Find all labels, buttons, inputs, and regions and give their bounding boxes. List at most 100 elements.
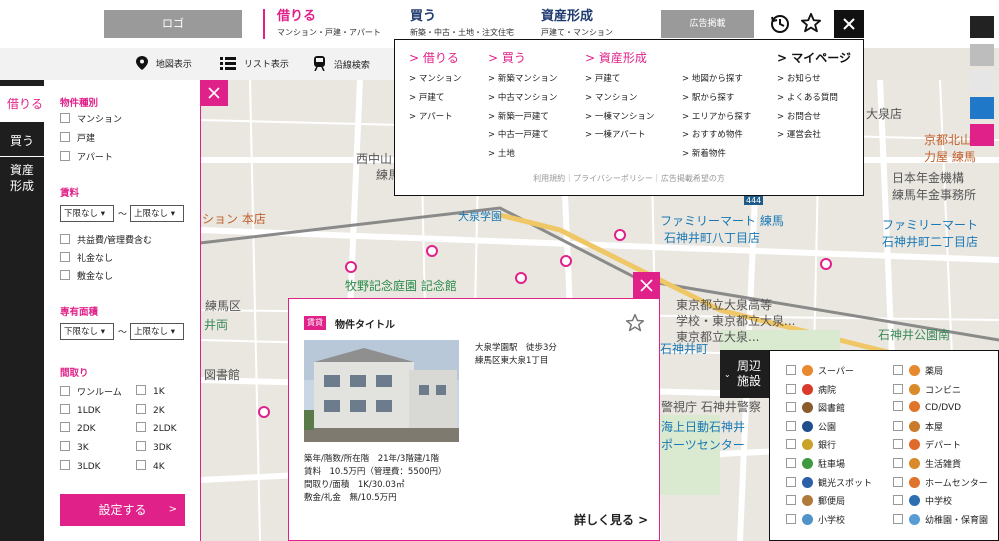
menu-item[interactable]: > エリアから探す — [682, 108, 751, 127]
facility-checkbox[interactable]: 生活雑貨 — [893, 457, 961, 470]
checkbox-layout[interactable]: 1K — [136, 385, 165, 397]
menu-item[interactable]: > 中古一戸建て — [488, 126, 557, 145]
checkbox-rent-option[interactable]: 敷金なし — [60, 269, 113, 282]
tab-rent[interactable]: 借りる — [0, 86, 50, 122]
facility-checkbox[interactable]: 本屋 — [893, 420, 943, 433]
menu-item[interactable]: > 戸建て — [585, 70, 654, 89]
line-search-button[interactable]: 沿線検索 — [313, 56, 370, 72]
menu-item[interactable]: > お問合せ — [777, 108, 851, 127]
nav-asset[interactable]: 資産形成 戸建て・マンション — [541, 9, 613, 39]
facility-checkbox[interactable]: 銀行 — [786, 438, 836, 451]
facility-icon — [802, 365, 813, 376]
map-pin[interactable] — [614, 229, 626, 241]
menu-item[interactable]: > 戸建て — [409, 89, 461, 108]
menu-heading-asset[interactable]: > 資産形成 — [585, 51, 654, 65]
checkbox-type[interactable]: アパート — [60, 150, 113, 163]
menu-item[interactable]: > 運営会社 — [777, 126, 851, 145]
ad-button[interactable]: 広告掲載 — [661, 10, 754, 38]
checkbox-layout[interactable]: 2K — [136, 404, 165, 416]
menu-item[interactable]: > 土地 — [488, 145, 557, 164]
menu-heading-mypage[interactable]: > マイページ — [777, 51, 851, 65]
checkbox-layout[interactable]: 3DK — [136, 441, 172, 453]
map-pin[interactable] — [258, 406, 270, 418]
menu-item[interactable]: > 新着物件 — [682, 145, 751, 164]
rent-min-select[interactable]: 下限なし ▾ — [60, 205, 114, 222]
facility-checkbox[interactable]: 幼稚園・保育園 — [893, 513, 988, 526]
checkbox-type[interactable]: 戸建 — [60, 131, 95, 144]
facility-checkbox[interactable]: 病院 — [786, 383, 836, 396]
menu-item[interactable]: > おすすめ物件 — [682, 126, 751, 145]
color-swatch-gray[interactable] — [970, 44, 994, 66]
history-icon[interactable] — [769, 13, 791, 39]
menu-item[interactable]: > お知らせ — [777, 70, 851, 89]
close-icon[interactable] — [834, 10, 864, 38]
checkbox-rent-option[interactable]: 礼金なし — [60, 251, 113, 264]
area-max-select[interactable]: 上限なし ▾ — [130, 323, 184, 340]
menu-item[interactable]: > 新築マンション — [488, 70, 557, 89]
menu-item[interactable]: > 一棟アパート — [585, 126, 654, 145]
facility-checkbox[interactable]: 図書館 — [786, 401, 845, 414]
details-link[interactable]: 詳しく見る > — [574, 511, 648, 528]
facility-checkbox[interactable]: 薬局 — [893, 364, 943, 377]
menu-item[interactable]: > 地図から探す — [682, 70, 751, 89]
menu-item[interactable]: > アパート — [409, 108, 461, 127]
menu-item[interactable]: > マンション — [409, 70, 461, 89]
facility-icon — [909, 458, 920, 469]
close-icon[interactable] — [633, 272, 660, 298]
menu-item[interactable]: > 新築一戸建て — [488, 108, 557, 127]
color-swatch-blue[interactable] — [970, 97, 994, 119]
property-photo[interactable] — [304, 340, 459, 442]
facilities-tab[interactable]: 周辺 施設 ⌄ — [720, 350, 769, 398]
checkbox-rent-option[interactable]: 共益費/管理費含む — [60, 233, 152, 246]
checkbox-layout[interactable]: ワンルーム — [60, 385, 122, 398]
menu-item[interactable]: > 中古マンション — [488, 89, 557, 108]
facility-checkbox[interactable]: CD/DVD — [893, 401, 961, 413]
color-swatch-black[interactable] — [970, 16, 994, 38]
star-icon[interactable] — [800, 12, 822, 38]
facility-checkbox[interactable]: 観光スポット — [786, 476, 872, 489]
map-pin[interactable] — [560, 255, 572, 267]
area-min-select[interactable]: 下限なし ▾ — [60, 323, 114, 340]
tab-asset[interactable]: 資産 形成 — [0, 162, 44, 194]
facility-checkbox[interactable]: ホームセンター — [893, 476, 988, 489]
facility-checkbox[interactable]: 駐車場 — [786, 457, 845, 470]
menu-item[interactable]: > 一棟マンション — [585, 108, 654, 127]
map-pin[interactable] — [345, 261, 357, 273]
map-pin[interactable] — [820, 258, 832, 270]
facility-checkbox[interactable]: 小学校 — [786, 513, 845, 526]
facility-checkbox[interactable]: 中学校 — [893, 494, 952, 507]
rent-max-select[interactable]: 上限なし ▾ — [130, 205, 184, 222]
color-swatch-pink[interactable] — [970, 124, 994, 146]
checkbox-layout[interactable]: 2LDK — [136, 422, 177, 434]
apply-filter-button[interactable]: 設定する > — [60, 494, 185, 526]
checkbox-layout[interactable]: 4K — [136, 460, 165, 472]
map-pin[interactable] — [426, 245, 438, 257]
range-tilde: 〜 — [118, 210, 128, 220]
checkbox-layout[interactable]: 3LDK — [60, 460, 101, 472]
facility-checkbox[interactable]: コンビニ — [893, 383, 961, 396]
color-swatch-lightgray[interactable] — [970, 70, 994, 92]
list-view-button[interactable]: リスト表示 — [220, 56, 289, 70]
menu-item[interactable]: > よくある質問 — [777, 89, 851, 108]
star-icon[interactable] — [625, 313, 645, 337]
menu-item[interactable]: > マンション — [585, 89, 654, 108]
logo[interactable]: ロゴ — [104, 10, 242, 38]
facility-checkbox[interactable]: 郵便局 — [786, 494, 845, 507]
menu-footer-links[interactable]: 利用規約｜プライバシーポリシー｜広告掲載希望の方 — [395, 173, 863, 184]
nav-rent[interactable]: 借りる マンション・戸建・アパート — [263, 9, 381, 39]
checkbox-type[interactable]: マンション — [60, 112, 122, 125]
map-pin[interactable] — [515, 272, 527, 284]
facility-checkbox[interactable]: デパート — [893, 438, 961, 451]
menu-heading-rent[interactable]: > 借りる — [409, 51, 461, 65]
close-icon[interactable] — [200, 80, 228, 106]
checkbox-layout[interactable]: 3K — [60, 441, 89, 453]
menu-heading-buy[interactable]: > 買う — [488, 51, 557, 65]
checkbox-layout[interactable]: 1LDK — [60, 404, 101, 416]
map-view-button[interactable]: 地図表示 — [136, 56, 192, 70]
menu-item[interactable]: > 駅から探す — [682, 89, 751, 108]
checkbox-layout[interactable]: 2DK — [60, 422, 96, 434]
nav-buy[interactable]: 買う 新築・中古・土地・注文住宅 — [410, 9, 514, 39]
tab-buy[interactable]: 買う — [0, 130, 44, 152]
facility-checkbox[interactable]: スーパー — [786, 364, 854, 377]
facility-checkbox[interactable]: 公園 — [786, 420, 836, 433]
